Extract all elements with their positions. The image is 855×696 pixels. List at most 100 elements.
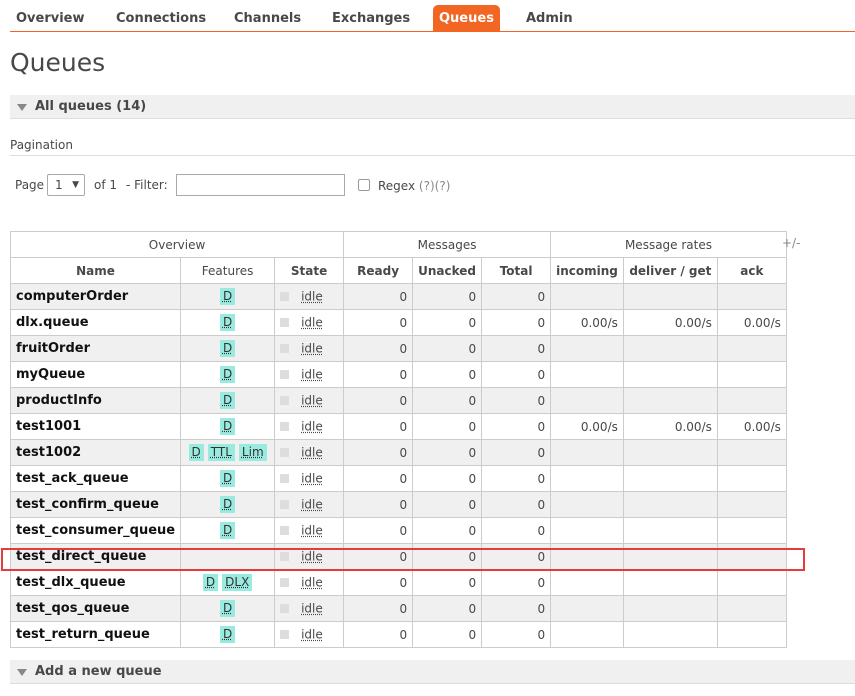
- tab-connections[interactable]: Connections: [110, 5, 212, 32]
- ready-count: 0: [343, 387, 414, 414]
- feature-badge: D: [219, 288, 236, 305]
- state-indicator-icon: [280, 500, 290, 510]
- queue-name-link[interactable]: test_direct_queue: [9, 543, 182, 570]
- ready-count: 0: [343, 517, 414, 544]
- queue-name-link[interactable]: test_confirm_queue: [9, 491, 182, 518]
- total-count: 0: [481, 465, 552, 492]
- ack-rate: 0.00/s: [716, 309, 787, 336]
- col-header-state[interactable]: State: [274, 257, 345, 284]
- ack-rate: [716, 283, 787, 310]
- all-queues-section-header[interactable]: All queues (14): [10, 95, 855, 119]
- top-nav: Overview Connections Channels Exchanges …: [0, 0, 855, 33]
- deliver-get-rate: [622, 283, 718, 310]
- queue-name-link[interactable]: dlx.queue: [9, 309, 182, 336]
- col-header-incoming[interactable]: incoming: [550, 257, 624, 284]
- table-row[interactable]: test_consumer_queue Didle 0 0 0: [9, 517, 787, 544]
- queues-table: Overview Messages Message rates Name Fea…: [9, 231, 787, 648]
- feature-badge: D: [202, 574, 219, 591]
- table-row[interactable]: test_confirm_queue Didle 0 0 0: [9, 491, 787, 518]
- deliver-get-rate: 0.00/s: [622, 413, 718, 440]
- table-row[interactable]: productInfo Didle 0 0 0: [9, 387, 787, 414]
- filter-input[interactable]: [176, 174, 345, 196]
- table-row[interactable]: test_ack_queue Didle 0 0 0: [9, 465, 787, 492]
- ack-rate: [716, 387, 787, 414]
- add-queue-section-header[interactable]: Add a new queue: [10, 660, 855, 684]
- queue-name-link[interactable]: test_qos_queue: [9, 595, 182, 622]
- col-header-features: Features: [180, 257, 276, 284]
- page-label: Page: [15, 178, 45, 192]
- ack-rate: [716, 335, 787, 362]
- col-header-total[interactable]: Total: [481, 257, 552, 284]
- queue-name-link[interactable]: productInfo: [9, 387, 182, 414]
- state-indicator-icon: [280, 630, 290, 640]
- table-row[interactable]: test_qos_queue Didle 0 0 0: [9, 595, 787, 622]
- col-header-deliver-get[interactable]: deliver / get: [622, 257, 718, 284]
- feature-badge: D: [219, 522, 236, 539]
- features-cell: D: [180, 517, 276, 544]
- ready-count: 0: [343, 595, 414, 622]
- feature-badge: D: [219, 340, 236, 357]
- queue-name-link[interactable]: test1002: [9, 439, 182, 466]
- table-row[interactable]: test1002 D TTL Lim idle 0 0 0: [9, 439, 787, 466]
- state-indicator-icon: [280, 448, 290, 458]
- table-row[interactable]: test1001 Didle 0 0 0 0.00/s 0.00/s 0.00/s: [9, 413, 787, 440]
- features-cell: D: [180, 309, 276, 336]
- tab-admin[interactable]: Admin: [520, 5, 579, 32]
- table-row[interactable]: myQueue Didle 0 0 0: [9, 361, 787, 388]
- col-header-ready[interactable]: Ready: [343, 257, 414, 284]
- table-row[interactable]: test_dlx_queue D DLX idle 0 0 0: [9, 569, 787, 596]
- table-row[interactable]: dlx.queue Didle 0 0 0 0.00/s 0.00/s 0.00/s: [9, 309, 787, 336]
- page-select[interactable]: 1 ▼: [47, 174, 85, 196]
- feature-badge: TTL: [207, 444, 235, 461]
- queue-name-link[interactable]: myQueue: [9, 361, 182, 388]
- feature-badge: D: [219, 366, 236, 383]
- state-text: idle: [301, 393, 323, 408]
- features-cell: D: [180, 283, 276, 310]
- tab-exchanges[interactable]: Exchanges: [326, 5, 416, 32]
- add-queue-title: Add a new queue: [35, 664, 162, 679]
- feature-badge: D: [219, 600, 236, 617]
- ready-count: 0: [343, 491, 414, 518]
- features-cell: [180, 543, 276, 570]
- incoming-rate: [550, 517, 624, 544]
- table-row[interactable]: test_direct_queue idle 0 0 0: [9, 543, 787, 570]
- group-header-overview: Overview: [9, 231, 345, 258]
- regex-help-links[interactable]: (?)(?): [419, 179, 450, 193]
- feature-badge: D: [219, 470, 236, 487]
- tab-overview[interactable]: Overview: [10, 5, 91, 32]
- queue-name-link[interactable]: test_dlx_queue: [9, 569, 182, 596]
- state-cell: idle: [274, 309, 345, 336]
- deliver-get-rate: [622, 439, 718, 466]
- col-header-ack[interactable]: ack: [716, 257, 787, 284]
- deliver-get-rate: [622, 335, 718, 362]
- ack-rate: [716, 361, 787, 388]
- queue-rows: computerOrder Didle 0 0 0 dlx.queue Didle 0 0 0 0.…: [9, 283, 787, 648]
- tab-queues[interactable]: Queues: [433, 5, 500, 32]
- table-row[interactable]: computerOrder Didle 0 0 0: [9, 283, 787, 310]
- state-indicator-icon: [280, 526, 290, 536]
- ack-rate: [716, 517, 787, 544]
- queue-name-link[interactable]: computerOrder: [9, 283, 182, 310]
- state-indicator-icon: [280, 318, 290, 328]
- state-indicator-icon: [280, 370, 290, 380]
- table-row[interactable]: test_return_queue Didle 0 0 0: [9, 621, 787, 648]
- queue-name-link[interactable]: test_ack_queue: [9, 465, 182, 492]
- total-count: 0: [481, 387, 552, 414]
- queue-name-link[interactable]: test_return_queue: [9, 621, 182, 648]
- total-count: 0: [481, 621, 552, 648]
- state-indicator-icon: [280, 474, 290, 484]
- total-count: 0: [481, 491, 552, 518]
- queue-name-link[interactable]: test_consumer_queue: [9, 517, 182, 544]
- table-row[interactable]: fruitOrder Didle 0 0 0: [9, 335, 787, 362]
- queue-name-link[interactable]: fruitOrder: [9, 335, 182, 362]
- deliver-get-rate: 0.00/s: [622, 309, 718, 336]
- col-header-unacked[interactable]: Unacked: [412, 257, 483, 284]
- queue-name-link[interactable]: test1001: [9, 413, 182, 440]
- tab-channels[interactable]: Channels: [228, 5, 307, 32]
- regex-checkbox[interactable]: [358, 179, 370, 191]
- features-cell: D: [180, 413, 276, 440]
- total-count: 0: [481, 517, 552, 544]
- deliver-get-rate: [622, 387, 718, 414]
- column-toggle-plus-minus[interactable]: +/-: [782, 236, 800, 250]
- col-header-name[interactable]: Name: [9, 257, 182, 284]
